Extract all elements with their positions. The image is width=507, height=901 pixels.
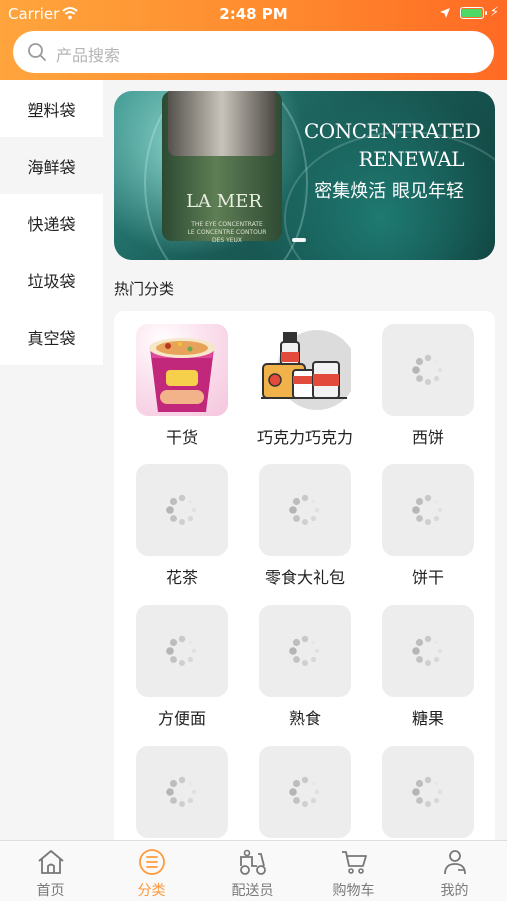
banner-headline-line-1: CONCENTRATED (304, 119, 481, 143)
banner-brand: LA MER (186, 191, 262, 212)
category-item-biscuits[interactable]: 饼干 (372, 464, 482, 594)
category-icon (139, 849, 165, 875)
tab-cart[interactable]: 购物车 (303, 841, 404, 901)
sidebar-item-label: 真空袋 (27, 328, 76, 348)
instant-noodle-image (136, 324, 228, 416)
loading-spinner-icon (412, 354, 443, 385)
delivery-scooter-icon (240, 849, 266, 875)
sidebar-item-vacuum-bags[interactable]: 真空袋 (0, 308, 103, 365)
groceries-image (259, 324, 351, 416)
image-placeholder (259, 605, 351, 697)
category-item-chocolate[interactable]: 巧克力巧克力 (249, 324, 359, 454)
sidebar-item-seafood-bags[interactable]: 海鲜袋 (0, 137, 103, 194)
image-placeholder (136, 746, 228, 838)
image-placeholder (259, 464, 351, 556)
search-bar[interactable]: 产品搜索 (13, 31, 494, 73)
bottom-tab-bar: 首页 分类 配送员 购物车 我的 (0, 840, 507, 901)
tab-label: 分类 (137, 883, 166, 899)
category-item-dried-goods[interactable]: 干货 (126, 324, 236, 454)
tab-delivery[interactable]: 配送员 (202, 841, 303, 901)
home-icon (38, 850, 64, 874)
category-label: 花茶 (165, 568, 198, 587)
tab-label: 我的 (440, 883, 469, 899)
profile-icon (444, 850, 466, 875)
tab-home[interactable]: 首页 (0, 841, 101, 901)
image-placeholder (382, 605, 474, 697)
search-icon (28, 43, 46, 61)
clock: 2:48 PM (219, 5, 288, 23)
sidebar-item-express-bags[interactable]: 快递袋 (0, 194, 103, 251)
image-placeholder (382, 324, 474, 416)
status-bar: Carrier 2:48 PM ⚡ (0, 0, 507, 28)
section-title: 热门分类 (114, 280, 175, 298)
loading-spinner-icon (412, 776, 443, 807)
category-item-western-pastry[interactable]: 西饼 (372, 324, 482, 454)
banner-headline-line-2: RENEWAL (358, 147, 464, 171)
category-item-candy[interactable]: 糖果 (372, 605, 482, 735)
search-placeholder[interactable]: 产品搜索 (56, 42, 120, 66)
battery-icon (460, 7, 487, 19)
banner-tagline: 密集焕活 眼见年轻 (314, 181, 464, 202)
loading-spinner-icon (166, 494, 197, 525)
image-placeholder (136, 464, 228, 556)
tab-label: 购物车 (332, 883, 375, 899)
loading-spinner-icon (289, 494, 320, 525)
sidebar-item-plastic-bags[interactable]: 塑料袋 (0, 80, 103, 137)
tab-profile[interactable]: 我的 (404, 841, 505, 901)
category-label: 饼干 (411, 568, 444, 587)
category-label: 干货 (165, 428, 198, 447)
image-placeholder (136, 605, 228, 697)
banner-product-line-2: LE CONCENTRE CONTOUR DES YEUX (187, 229, 267, 244)
category-grid: 干货 巧克力巧克力 西饼 花茶 零食大礼包 饼干 方便面 熟食 糖果 (114, 311, 495, 851)
category-sidebar: 塑料袋 海鲜袋 快递袋 垃圾袋 真空袋 (0, 80, 103, 365)
sidebar-item-label: 塑料袋 (27, 100, 76, 120)
sidebar-item-label: 海鲜袋 (27, 157, 76, 177)
category-label: 西饼 (411, 428, 444, 447)
banner-page-indicator (292, 238, 332, 242)
category-label: 熟食 (288, 709, 321, 728)
category-item-cooked-food[interactable]: 熟食 (249, 605, 359, 735)
sidebar-item-trash-bags[interactable]: 垃圾袋 (0, 251, 103, 308)
image-placeholder (382, 464, 474, 556)
loading-spinner-icon (166, 776, 197, 807)
loading-spinner-icon (166, 635, 197, 666)
category-label: 巧克力巧克力 (256, 428, 353, 447)
sidebar-item-label: 快递袋 (27, 214, 76, 234)
tab-category[interactable]: 分类 (101, 841, 202, 901)
product-jar-lid (168, 91, 276, 156)
image-placeholder (382, 746, 474, 838)
loading-spinner-icon (289, 635, 320, 666)
category-label: 方便面 (157, 709, 206, 728)
banner-product-name: THE EYE CONCENTRATE LE CONCENTRE CONTOUR… (182, 221, 272, 245)
category-item-flower-tea[interactable]: 花茶 (126, 464, 236, 594)
sidebar-item-label: 垃圾袋 (27, 271, 76, 291)
page-dot-active (292, 238, 306, 242)
category-item-snack-gift-pack[interactable]: 零食大礼包 (249, 464, 359, 594)
cart-icon (342, 851, 367, 874)
loading-spinner-icon (412, 494, 443, 525)
banner-product-line-1: THE EYE CONCENTRATE (191, 221, 263, 228)
image-placeholder (259, 746, 351, 838)
tab-label: 首页 (36, 883, 65, 899)
loading-spinner-icon (412, 635, 443, 666)
promo-banner[interactable]: LA MER THE EYE CONCENTRATE LE CONCENTRE … (114, 91, 495, 260)
category-label: 零食大礼包 (264, 568, 345, 587)
category-label: 糖果 (411, 709, 444, 728)
charging-icon: ⚡ (490, 5, 500, 20)
category-item-instant-noodles[interactable]: 方便面 (126, 605, 236, 735)
location-icon (440, 8, 450, 18)
header: Carrier 2:48 PM ⚡ 产品搜索 (0, 0, 507, 80)
loading-spinner-icon (289, 776, 320, 807)
tab-label: 配送员 (231, 883, 274, 899)
